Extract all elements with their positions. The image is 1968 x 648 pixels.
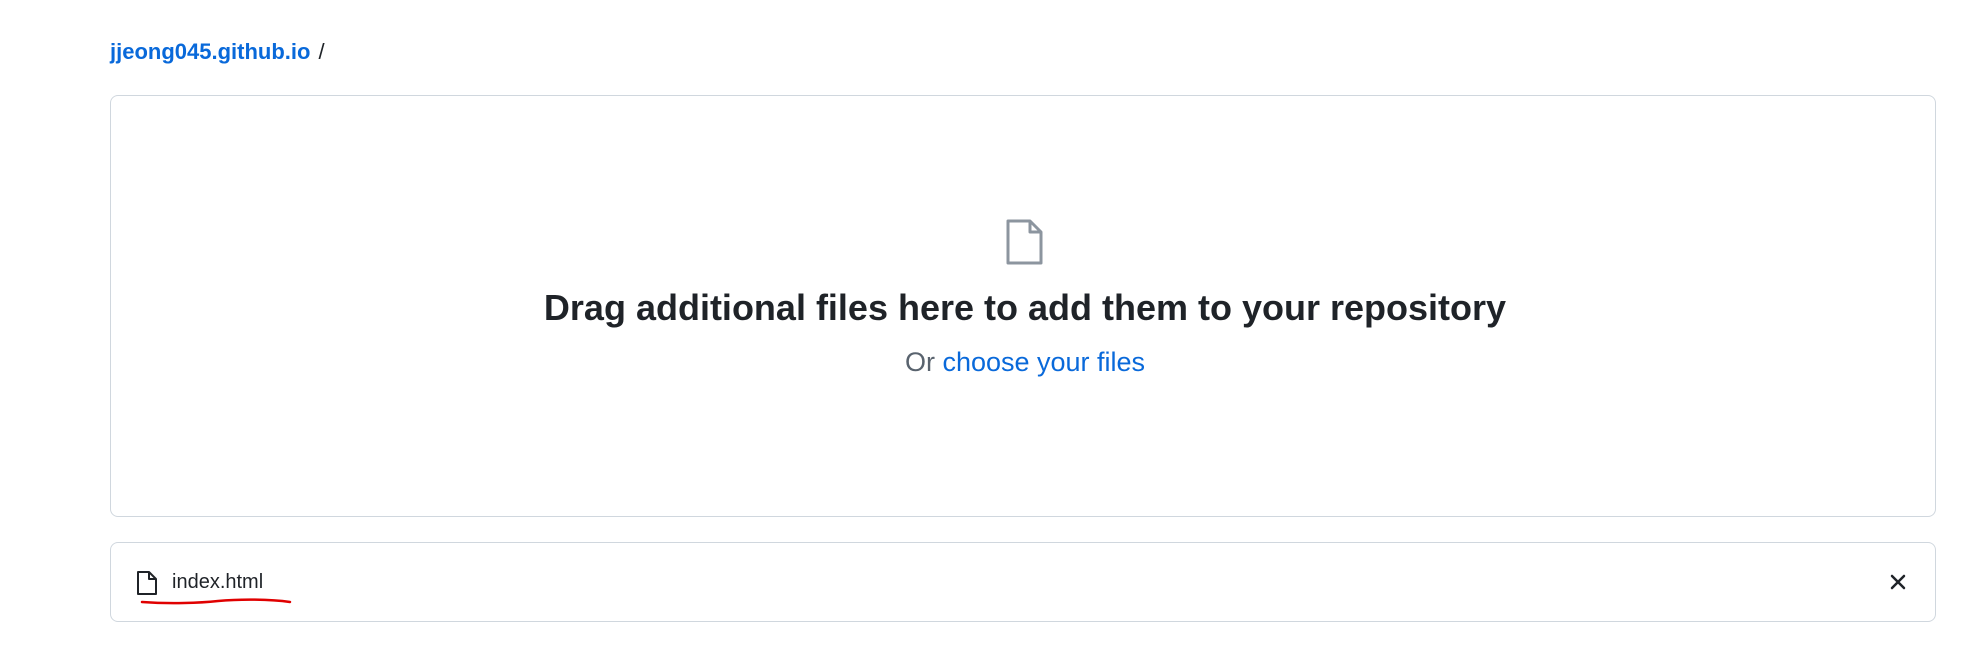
- breadcrumb-separator: /: [318, 39, 325, 64]
- uploaded-file-row: [110, 542, 1936, 622]
- breadcrumb-repo-link[interactable]: jjeong045.github.io: [110, 36, 310, 68]
- dropzone-subtitle: Or choose your files: [0, 344, 1968, 380]
- uploaded-file-name: index.html: [172, 571, 264, 593]
- dropzone-title: Drag additional files here to add them t…: [543, 287, 1507, 328]
- close-icon[interactable]: [1886, 570, 1910, 594]
- dropzone-sub-prefix: Or: [904, 347, 935, 377]
- file-icon: [137, 571, 157, 595]
- breadcrumb: jjeong045.github.io /: [110, 36, 325, 68]
- choose-files-link[interactable]: choose your files: [942, 347, 1145, 377]
- file-icon: [1006, 219, 1043, 265]
- red-underline-annotation: [140, 598, 292, 605]
